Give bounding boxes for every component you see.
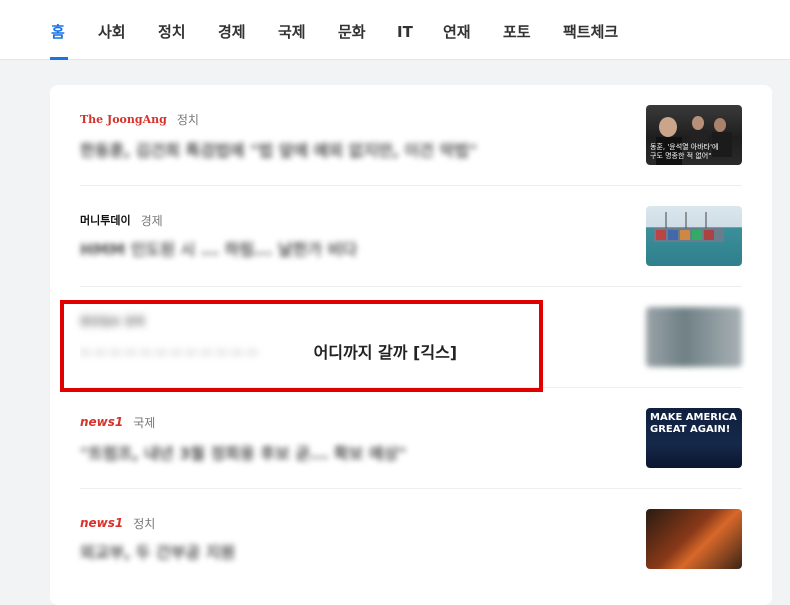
article-headline[interactable]: "트럼프, 내년 3월 정회용 후보 곧... 확보 예상"	[80, 440, 610, 464]
article-thumbnail[interactable]	[646, 509, 742, 569]
thumbnail-caption: 동훈, '윤석열 아바타'에 구도 명종한 적 없어"	[650, 143, 719, 160]
article-thumbnail[interactable]	[646, 206, 742, 266]
tab-it[interactable]: IT	[397, 20, 413, 44]
press-logo: news1	[80, 516, 124, 530]
article-meta: news1 국제	[80, 414, 155, 430]
tab-home[interactable]: 홈	[51, 20, 65, 44]
tab-society[interactable]: 사회	[98, 20, 126, 44]
tab-politics[interactable]: 정치	[158, 20, 186, 44]
active-tab-indicator	[50, 57, 68, 60]
article-meta: 머니투데이 경제	[80, 212, 163, 228]
thumbnail-caption: MAKE AMERICA GREAT AGAIN!	[650, 412, 737, 435]
press-logo: news1	[80, 415, 124, 429]
news-item[interactable]: The JoongAng 정치 한동훈, 김건희 특검법에 "법 앞에 예외 없…	[80, 85, 742, 185]
press-name: 머니투데이	[80, 214, 131, 227]
press-logo: The JoongAng	[80, 112, 167, 126]
highlight-box	[60, 300, 543, 392]
article-headline[interactable]: 한동훈, 김건희 특검법에 "법 앞에 예외 없지만, 이건 악법"	[80, 137, 610, 161]
article-meta: The JoongAng 정치	[80, 111, 199, 127]
news-item[interactable]: news1 정치 외교부, 두 간부공 지원	[80, 489, 742, 589]
section-label: 정치	[176, 112, 199, 127]
news-item[interactable]: 머니투데이 경제 HMM 인도된 시 ... 하림... 날한가 비다	[80, 186, 742, 286]
tab-international[interactable]: 국제	[278, 20, 306, 44]
news-item[interactable]: news1 국제 "트럼프, 내년 3월 정회용 후보 곧... 확보 예상" …	[80, 388, 742, 488]
article-meta: news1 정치	[80, 515, 155, 531]
section-label: 정치	[133, 516, 156, 531]
tab-factcheck[interactable]: 팩트체크	[563, 20, 618, 44]
tab-culture[interactable]: 문화	[338, 20, 366, 44]
article-thumbnail[interactable]: MAKE AMERICA GREAT AGAIN!	[646, 408, 742, 468]
tab-economy[interactable]: 경제	[218, 20, 246, 44]
section-label: 경제	[140, 213, 163, 228]
tab-photo[interactable]: 포토	[503, 20, 531, 44]
section-label: 국제	[133, 415, 156, 430]
article-headline[interactable]: HMM 인도된 시 ... 하림... 날한가 비다	[80, 236, 610, 260]
port-cranes-icon	[654, 212, 724, 242]
article-thumbnail[interactable]: 동훈, '윤석열 아바타'에 구도 명종한 적 없어"	[646, 105, 742, 165]
article-headline[interactable]: 외교부, 두 간부공 지원	[80, 539, 610, 563]
article-thumbnail[interactable]	[646, 307, 742, 367]
category-tab-bar: 홈 사회 정치 경제 국제 문화 IT 연재 포토 팩트체크	[0, 0, 790, 60]
tab-series[interactable]: 연재	[443, 20, 471, 44]
